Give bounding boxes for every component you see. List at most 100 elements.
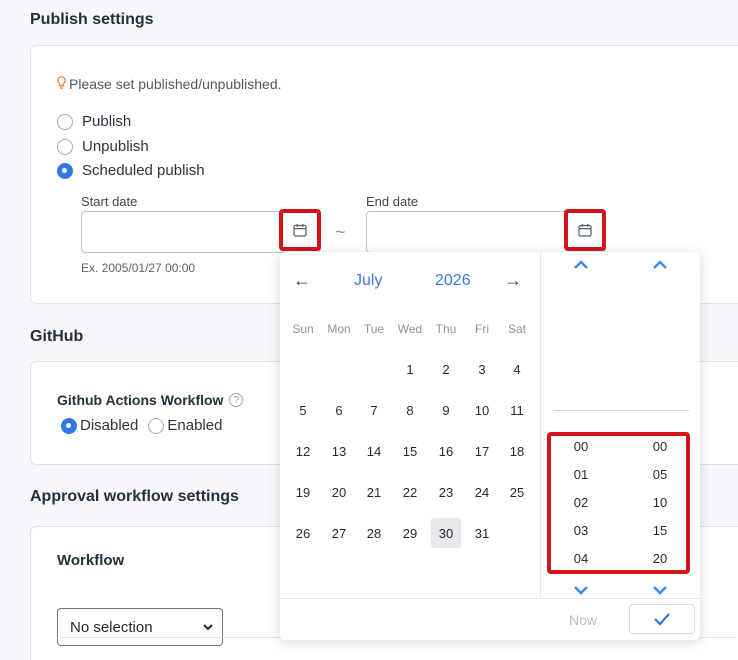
picker-footer-divider (280, 598, 700, 599)
day-cell[interactable]: 27 (324, 518, 354, 548)
confirm-button[interactable] (629, 604, 695, 634)
date-range-separator: ~ (335, 222, 346, 242)
minute-option[interactable]: 15 (645, 523, 675, 538)
end-date-label: End date (366, 194, 419, 209)
radio-unpublish-label: Unpublish (82, 138, 149, 155)
date-format-example: Ex. 2005/01/27 00:00 (81, 261, 196, 275)
picker-divider (540, 252, 541, 598)
day-cell[interactable]: 4 (502, 354, 532, 384)
radio-scheduled-publish[interactable]: Scheduled publish (57, 162, 205, 179)
github-actions-workflow-label: Github Actions Workflow ? (57, 392, 244, 408)
radio-disabled[interactable] (61, 417, 77, 434)
next-month-button[interactable]: → (504, 270, 522, 291)
workflow-label: Workflow (57, 552, 125, 569)
lightbulb-icon (57, 76, 66, 92)
workflow-select[interactable]: No selection (57, 608, 223, 646)
radio-enabled[interactable] (148, 417, 165, 434)
minute-option[interactable]: 05 (645, 467, 675, 482)
day-cell[interactable]: 25 (502, 477, 532, 507)
weekday-label: Wed (397, 322, 423, 336)
approval-workflow-title: Approval workflow settings (30, 488, 239, 505)
weekday-label: Thu (435, 322, 457, 336)
day-cell[interactable]: 20 (324, 477, 354, 507)
help-icon[interactable]: ? (229, 393, 244, 407)
hour-option[interactable]: 03 (566, 523, 596, 538)
day-cell[interactable]: 6 (324, 395, 354, 425)
day-cell[interactable]: 26 (288, 518, 318, 548)
workflow-select-value: No selection (70, 618, 153, 636)
radio-unpublish[interactable]: Unpublish (57, 138, 149, 155)
radio-scheduled-publish-label: Scheduled publish (82, 162, 205, 179)
now-button[interactable]: Now (569, 612, 597, 628)
hour-down-button[interactable] (571, 582, 591, 598)
publish-hint: Please set published/unpublished. (57, 76, 282, 92)
weekday-label: Tue (363, 322, 385, 336)
github-title: GitHub (30, 328, 84, 345)
day-cell[interactable]: 10 (467, 395, 497, 425)
minute-down-button[interactable] (650, 582, 670, 598)
chevron-down-icon (574, 586, 588, 595)
weekday-label: Fri (475, 322, 489, 336)
day-cell[interactable]: 7 (359, 395, 389, 425)
radio-publish-label: Publish (82, 113, 132, 130)
datetime-picker: ← July 2026 → Sun Mon Tue Wed Thu Fri Sat 1234… (280, 252, 700, 640)
month-label[interactable]: July (354, 272, 382, 290)
day-cell[interactable]: 1 (395, 354, 425, 384)
day-cell[interactable]: 5 (288, 395, 318, 425)
start-date-label: Start date (81, 194, 138, 209)
hour-option[interactable]: 01 (566, 467, 596, 482)
day-cell[interactable]: 31 (467, 518, 497, 548)
start-date-calendar-button[interactable] (279, 209, 321, 251)
radio-unpublish-circle[interactable] (57, 138, 73, 155)
hour-option[interactable]: 04 (566, 551, 596, 566)
day-cell[interactable]: 16 (431, 436, 461, 466)
radio-scheduled-publish-circle[interactable] (57, 162, 73, 179)
day-cell[interactable]: 12 (288, 436, 318, 466)
day-cell[interactable]: 17 (467, 436, 497, 466)
radio-enabled-label: Enabled (167, 417, 223, 434)
day-cell[interactable]: 18 (502, 436, 532, 466)
radio-publish-circle[interactable] (57, 113, 73, 130)
publish-settings-title: Publish settings (30, 11, 154, 28)
day-cell[interactable]: 13 (324, 436, 354, 466)
minute-option[interactable]: 20 (645, 551, 675, 566)
hour-option[interactable]: 02 (566, 495, 596, 510)
day-cell[interactable]: 24 (467, 477, 497, 507)
day-cell[interactable]: 23 (431, 477, 461, 507)
year-label[interactable]: 2026 (435, 272, 471, 290)
hour-option[interactable]: 00 (566, 439, 596, 454)
weekday-label: Sun (292, 322, 314, 336)
day-cell[interactable]: 29 (395, 518, 425, 548)
weekday-label: Sat (507, 322, 526, 336)
day-cell[interactable]: 2 (431, 354, 461, 384)
day-cell[interactable]: 11 (502, 395, 532, 425)
time-selection-line (553, 410, 689, 411)
publish-hint-text: Please set published/unpublished. (69, 76, 282, 92)
day-cell[interactable]: 14 (359, 436, 389, 466)
radio-disabled-label: Disabled (80, 417, 139, 434)
day-cell[interactable]: 15 (395, 436, 425, 466)
radio-publish[interactable]: Publish (57, 113, 131, 130)
day-cell[interactable]: 9 (431, 395, 461, 425)
day-cell[interactable]: 28 (359, 518, 389, 548)
chevron-up-icon (653, 260, 667, 269)
calendar-icon (578, 224, 592, 237)
end-date-calendar-button[interactable] (564, 209, 606, 251)
github-workflow-radios: Disabled Enabled (61, 417, 222, 434)
day-cell[interactable]: 8 (395, 395, 425, 425)
minute-option[interactable]: 00 (645, 439, 675, 454)
day-cell[interactable]: 3 (467, 354, 497, 384)
day-cell[interactable]: 21 (359, 477, 389, 507)
chevron-up-icon (574, 260, 588, 269)
prev-month-button[interactable]: ← (293, 270, 311, 291)
hour-up-button[interactable] (571, 257, 591, 273)
chevron-down-icon (203, 624, 213, 631)
chevron-down-icon (653, 586, 667, 595)
minute-option[interactable]: 10 (645, 495, 675, 510)
day-cell[interactable]: 22 (395, 477, 425, 507)
day-cell[interactable]: 19 (288, 477, 318, 507)
day-cell[interactable]: 30 (431, 518, 461, 548)
minute-up-button[interactable] (650, 257, 670, 273)
calendar-header: ← July 2026 → (280, 266, 540, 296)
weekday-label: Mon (327, 322, 351, 336)
